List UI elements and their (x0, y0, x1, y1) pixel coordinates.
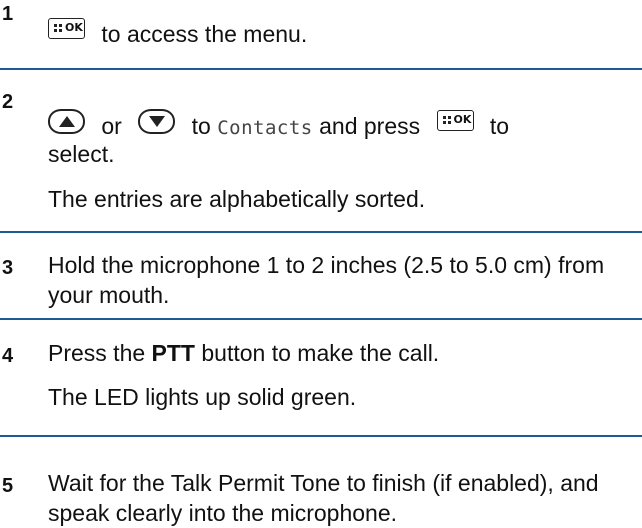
down-arrow-key-icon (138, 109, 176, 134)
word-or: or (101, 113, 122, 139)
step-3-text: Hold the microphone 1 to 2 inches (2.5 t… (48, 252, 605, 308)
step-divider (0, 318, 642, 320)
step-4-suffix: button to make the call. (201, 340, 440, 366)
step-2-note: The entries are alphabetically sorted. (48, 186, 426, 212)
step-2-line-1: or to Contacts and press OK to (48, 109, 509, 143)
step-number: 2 (2, 91, 14, 113)
menu-item-contacts: Contacts (217, 117, 313, 139)
step-2-line-2: select. (48, 141, 115, 167)
step-4-prefix: Press the (48, 340, 146, 366)
step-text: to access the menu. (101, 21, 308, 47)
word-to: to (191, 113, 211, 139)
menu-ok-key-icon: OK (436, 110, 474, 131)
step-4-note: The LED lights up solid green. (48, 384, 357, 410)
up-arrow-key-icon (48, 109, 85, 134)
step-4-line: Press the PTT button to make the call. (48, 338, 439, 368)
step-number: 5 (2, 475, 14, 497)
tail-to: to (489, 113, 510, 139)
step-number: 1 (2, 3, 14, 25)
ok-key-label: OK (453, 113, 472, 126)
ptt-button-name: PTT (151, 340, 195, 366)
and-press: and press (319, 113, 421, 139)
ok-key-label: OK (65, 21, 83, 34)
step-number: 3 (2, 257, 14, 279)
step-1-line: OK to access the menu. (48, 18, 307, 49)
step-divider (0, 231, 642, 233)
menu-ok-key-icon: OK (48, 18, 85, 39)
step-5-text: Wait for the Talk Permit Tone to finish … (48, 470, 599, 526)
step-divider (0, 68, 642, 70)
step-divider (0, 435, 642, 437)
step-number: 4 (2, 345, 14, 367)
